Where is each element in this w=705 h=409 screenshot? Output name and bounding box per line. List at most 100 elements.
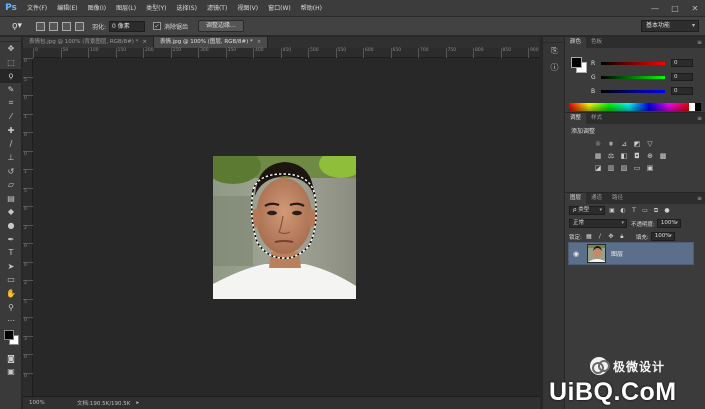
blue-slider[interactable]: [601, 89, 665, 93]
feather-input[interactable]: 0 像素: [109, 20, 146, 32]
filter-pixel-icon[interactable]: ▣: [608, 206, 616, 215]
add-selection-icon[interactable]: [49, 21, 58, 31]
maximize-button[interactable]: □: [665, 0, 685, 17]
properties-panel-icon[interactable]: ⓘ: [543, 59, 566, 75]
workspace-select[interactable]: 基本功能: [641, 20, 699, 32]
levels-icon[interactable]: ⩨: [606, 139, 616, 149]
color-lookup-icon[interactable]: ▩: [658, 151, 668, 161]
black-white-icon[interactable]: ◧: [619, 151, 629, 161]
foreground-color-swatch[interactable]: [571, 57, 582, 68]
panel-menu-icon[interactable]: ≡: [697, 193, 702, 204]
new-selection-icon[interactable]: [36, 21, 45, 31]
layer-row[interactable]: ◉ 图层: [568, 242, 694, 265]
zoom-level[interactable]: 100%: [23, 400, 53, 406]
threshold-icon[interactable]: ▨: [619, 163, 629, 173]
filter-adjustment-icon[interactable]: ◐: [619, 206, 627, 215]
tab-channels[interactable]: 通道: [586, 193, 607, 204]
tab-close-icon[interactable]: ×: [257, 39, 262, 45]
eraser-tool-icon[interactable]: ▱: [0, 178, 22, 192]
intersect-selection-icon[interactable]: [75, 21, 84, 31]
history-panel-icon[interactable]: ⎘: [543, 43, 566, 59]
hand-tool-icon[interactable]: ✋: [0, 287, 22, 301]
layer-kind-filter[interactable]: ρ 类型: [569, 206, 605, 215]
filter-shape-icon[interactable]: ▭: [641, 206, 649, 215]
lock-all-icon[interactable]: 🔒︎: [618, 232, 626, 241]
minimize-button[interactable]: —: [645, 0, 665, 17]
red-slider[interactable]: [601, 61, 665, 65]
lasso-tool-preset-icon[interactable]: ϙ▾: [4, 19, 30, 34]
blur-tool-icon[interactable]: ◆: [0, 205, 22, 219]
menu-layer[interactable]: 图层(L): [111, 0, 141, 17]
dodge-tool-icon[interactable]: ●: [0, 219, 22, 233]
color-spectrum[interactable]: [569, 103, 689, 111]
tab-layers[interactable]: 图层: [565, 193, 587, 204]
tab-close-icon[interactable]: ×: [142, 39, 147, 45]
tab-adjustments[interactable]: 调整: [565, 113, 587, 124]
fill-input[interactable]: 100%: [650, 232, 675, 241]
curves-icon[interactable]: ⊿: [619, 139, 629, 149]
panel-menu-icon[interactable]: ≡: [697, 113, 702, 124]
quick-mask-icon[interactable]: ◙: [0, 351, 22, 365]
type-tool-icon[interactable]: T: [0, 246, 22, 260]
green-slider[interactable]: [601, 75, 665, 79]
foreground-color-swatch[interactable]: [4, 330, 14, 341]
color-balance-icon[interactable]: ⚖: [606, 151, 616, 161]
vertical-ruler[interactable]: 0 5 0 1 0 0 1 5 0 2 0 0 2 5 0 3 0 0: [23, 58, 33, 396]
tab-emoji[interactable]: 表情.jpg @ 100% (图层, RGB/8#) * ×: [153, 37, 269, 48]
blue-value-input[interactable]: 0: [671, 87, 693, 95]
tab-emoji-pack[interactable]: 表情包.jpg @ 100% (背景图层, RGB/8#) * ×: [23, 37, 154, 48]
document-image[interactable]: [213, 156, 356, 299]
menu-window[interactable]: 窗口(W): [263, 0, 296, 17]
brightness-contrast-icon[interactable]: ☼: [593, 139, 603, 149]
black-white-swatch[interactable]: [689, 103, 701, 111]
crop-tool-icon[interactable]: ⌗: [0, 96, 22, 110]
panel-menu-icon[interactable]: ≡: [697, 37, 702, 48]
tab-swatches[interactable]: 色板: [586, 37, 607, 48]
menu-file[interactable]: 文件(F): [22, 0, 52, 17]
color-swatches[interactable]: [0, 327, 22, 351]
selective-color-icon[interactable]: ▣: [645, 163, 655, 173]
layer-name[interactable]: 图层: [611, 249, 623, 258]
ruler-origin[interactable]: [23, 48, 33, 58]
eyedropper-tool-icon[interactable]: ⁄: [0, 110, 22, 124]
lock-position-icon[interactable]: ✥: [607, 232, 615, 241]
gradient-tool-icon[interactable]: ▤: [0, 192, 22, 206]
photo-filter-icon[interactable]: ◘: [632, 151, 642, 161]
menu-filter[interactable]: 滤镜(T): [202, 0, 232, 17]
brush-tool-icon[interactable]: ∕: [0, 137, 22, 151]
screen-mode-icon[interactable]: ▣: [0, 365, 22, 379]
vibrance-icon[interactable]: ▽: [645, 139, 655, 149]
blend-mode-select[interactable]: 正常: [569, 219, 627, 228]
channel-mixer-icon[interactable]: ⊕: [645, 151, 655, 161]
gradient-map-icon[interactable]: ▭: [632, 163, 642, 173]
opacity-input[interactable]: 100%: [656, 219, 681, 228]
menu-type[interactable]: 类型(Y): [141, 0, 171, 17]
path-select-tool-icon[interactable]: ➤: [0, 260, 22, 274]
tab-paths[interactable]: 路径: [607, 193, 628, 204]
lasso-tool-icon[interactable]: ϙ: [0, 69, 22, 83]
pen-tool-icon[interactable]: ✒: [0, 232, 22, 246]
marquee-tool-icon[interactable]: ⬚: [0, 56, 22, 70]
tab-color[interactable]: 颜色: [565, 37, 587, 48]
move-tool-icon[interactable]: ✥: [0, 42, 22, 56]
tab-styles[interactable]: 样式: [586, 113, 607, 124]
filter-smart-icon[interactable]: ⧉: [652, 206, 660, 215]
status-menu-arrow[interactable]: ▸: [136, 400, 139, 406]
close-button[interactable]: ✕: [685, 0, 705, 17]
healing-brush-tool-icon[interactable]: ✚: [0, 124, 22, 138]
antialias-checkbox[interactable]: ✓: [153, 22, 162, 30]
horizontal-ruler[interactable]: 0 50 100 150 200 250 300 350 400 450 500 550 600 650 7…: [33, 48, 540, 58]
filter-type-icon[interactable]: T: [630, 206, 638, 215]
green-value-input[interactable]: 0: [671, 73, 693, 81]
quick-select-tool-icon[interactable]: ✎: [0, 83, 22, 97]
menu-select[interactable]: 选择(S): [171, 0, 202, 17]
menu-view[interactable]: 视图(V): [232, 0, 263, 17]
red-value-input[interactable]: 0: [671, 59, 693, 67]
more-tools-icon[interactable]: ⋯: [0, 314, 22, 328]
lock-pixels-icon[interactable]: ∕: [596, 232, 604, 241]
visibility-eye-icon[interactable]: ◉: [569, 250, 583, 258]
invert-icon[interactable]: ◪: [593, 163, 603, 173]
posterize-icon[interactable]: ▥: [606, 163, 616, 173]
refine-edge-button[interactable]: 调整边缘...: [198, 20, 244, 32]
hue-saturation-icon[interactable]: ▦: [593, 151, 603, 161]
